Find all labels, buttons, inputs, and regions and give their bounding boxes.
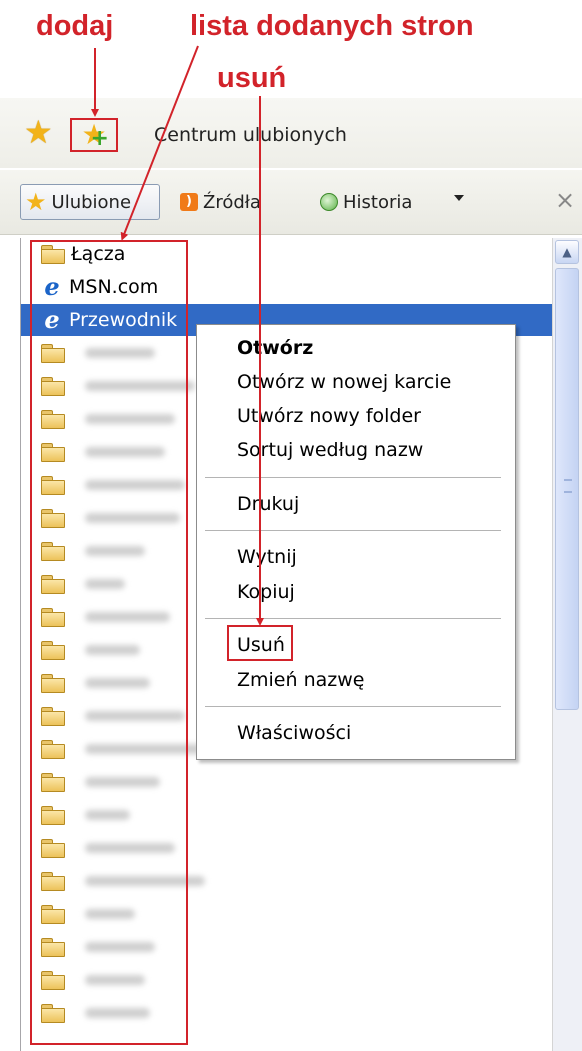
menu-separator [205,530,501,531]
vertical-scrollbar[interactable]: ▲ [552,238,582,1051]
star-icon[interactable]: ★ [24,116,53,148]
menu-item-rename[interactable]: Zmień nazwę [237,669,364,691]
close-icon[interactable]: × [555,186,575,214]
context-menu: Otwórz Otwórz w nowej karcie Utwórz nowy… [196,324,516,760]
add-favorite-button[interactable]: ★ + [70,118,118,152]
chevron-down-icon[interactable] [454,195,464,201]
menu-item-new-folder[interactable]: Utwórz nowy folder [237,405,421,427]
tab-history[interactable]: Historia [320,184,412,220]
annotation-add: dodaj [36,10,114,42]
annotation-delete: usuń [217,62,287,94]
panel-title: Centrum ulubionych [154,124,347,146]
star-icon: ★ [25,188,47,216]
add-favorite-icon: ★ + [81,118,109,152]
panel-titlebar: ★ ★ + Centrum ulubionych [0,98,582,168]
menu-item-copy[interactable]: Kopiuj [237,581,295,603]
scrollbar-thumb[interactable] [555,268,579,710]
menu-item-open[interactable]: Otwórz [237,337,313,359]
tab-label: Historia [343,191,413,213]
tab-label: Ulubione [51,191,132,213]
panel-toolbar: ★ Ulubione ) Źródła Historia × [0,170,582,235]
menu-item-sort-by-name[interactable]: Sortuj według nazw [237,439,423,461]
list-highlight-box [30,240,188,1045]
menu-separator [205,618,501,619]
tab-favorites[interactable]: ★ Ulubione [20,184,160,220]
menu-separator [205,706,501,707]
chevron-up-icon[interactable]: ▲ [555,240,579,264]
menu-item-open-new-tab[interactable]: Otwórz w nowej karcie [237,371,451,393]
tab-label: Źródła [203,191,261,213]
rss-icon: ) [180,193,198,211]
menu-item-cut[interactable]: Wytnij [237,546,297,568]
grip-icon [564,479,572,493]
menu-separator [205,477,501,478]
delete-highlight-box [227,625,293,661]
annotation-list: lista dodanych stron [190,10,474,42]
menu-item-print[interactable]: Drukuj [237,493,299,515]
history-icon [320,193,338,211]
menu-item-properties[interactable]: Właściwości [237,722,351,744]
tab-feeds[interactable]: ) Źródła [180,184,261,220]
